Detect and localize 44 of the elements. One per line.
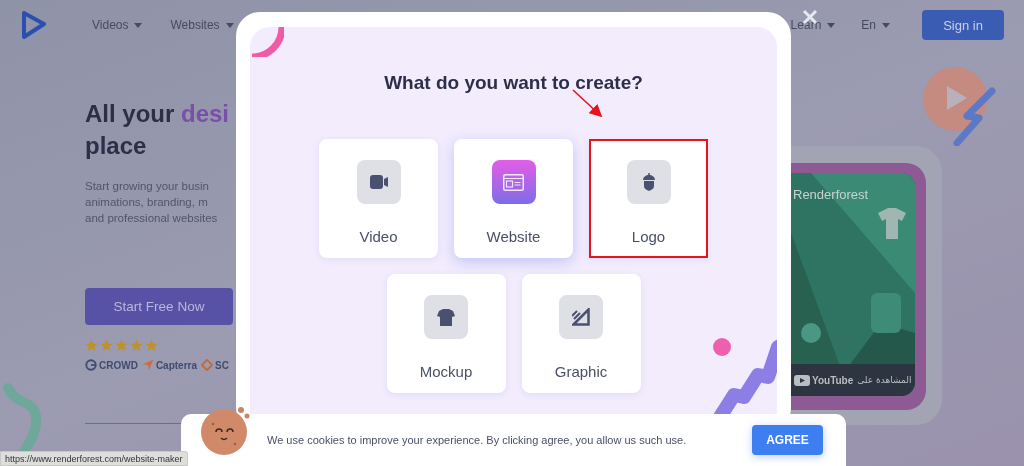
create-option-card[interactable]: Logo <box>589 139 708 258</box>
play-icon <box>794 374 810 386</box>
create-option-card[interactable]: Video <box>319 139 438 258</box>
t-shirt-icon <box>437 308 455 326</box>
caret-icon <box>134 22 143 28</box>
nav-menu-item[interactable]: Websites <box>170 18 234 32</box>
status-url: https://www.renderforest.com/website-maker <box>5 454 183 464</box>
paper-plane-icon <box>141 359 154 371</box>
caret-icon <box>882 22 890 28</box>
g-icon <box>85 359 97 371</box>
dialog-title: What do you want to create? <box>384 72 643 94</box>
star-icon <box>100 339 113 351</box>
hero-heading: All your desi place <box>85 99 231 161</box>
hero-description: Start growing your busin animations, branding, m and professional websites <box>85 179 219 226</box>
create-option-card[interactable]: Website <box>454 139 573 258</box>
ruler-triangle-icon <box>572 308 590 326</box>
browser-window-icon <box>503 173 524 191</box>
create-option-card[interactable]: Graphic <box>521 274 641 393</box>
acorn-icon <box>642 173 655 191</box>
cookie-icon <box>199 404 251 456</box>
review-site-logo: Capterra <box>155 359 198 371</box>
nav-menu-item[interactable]: Videos <box>92 18 143 32</box>
caret-icon <box>827 22 836 28</box>
agree-button[interactable]: AGREE <box>752 425 823 455</box>
diamond-icon <box>201 359 214 371</box>
create-option-card[interactable]: Mockup <box>386 274 506 393</box>
nav-menu-item[interactable]: En <box>861 18 890 32</box>
star-icon <box>130 339 143 351</box>
nav-menu-item[interactable]: Learn <box>790 18 836 32</box>
start-free-button[interactable]: Start Free Now <box>85 288 233 325</box>
cookie-message: We use cookies to improve your experience. By clicking agree, you allow us such use. <box>267 434 687 446</box>
star-icon <box>145 339 158 351</box>
video-title: Renderforest <box>793 187 869 202</box>
star-icon <box>85 339 98 351</box>
sign-in-button[interactable]: Sign in <box>922 10 1004 40</box>
review-site-logo: SC <box>215 359 229 371</box>
arc-drawing <box>250 27 284 57</box>
youtube-label[interactable]: YouTube <box>812 374 854 386</box>
logo-icon <box>22 10 46 40</box>
watch-on-label: المشاهدة على <box>857 375 912 385</box>
caret-icon <box>225 22 234 28</box>
review-site-logo: CROWD <box>99 359 138 371</box>
star-icon <box>115 339 128 351</box>
video-camera-icon <box>369 175 388 189</box>
